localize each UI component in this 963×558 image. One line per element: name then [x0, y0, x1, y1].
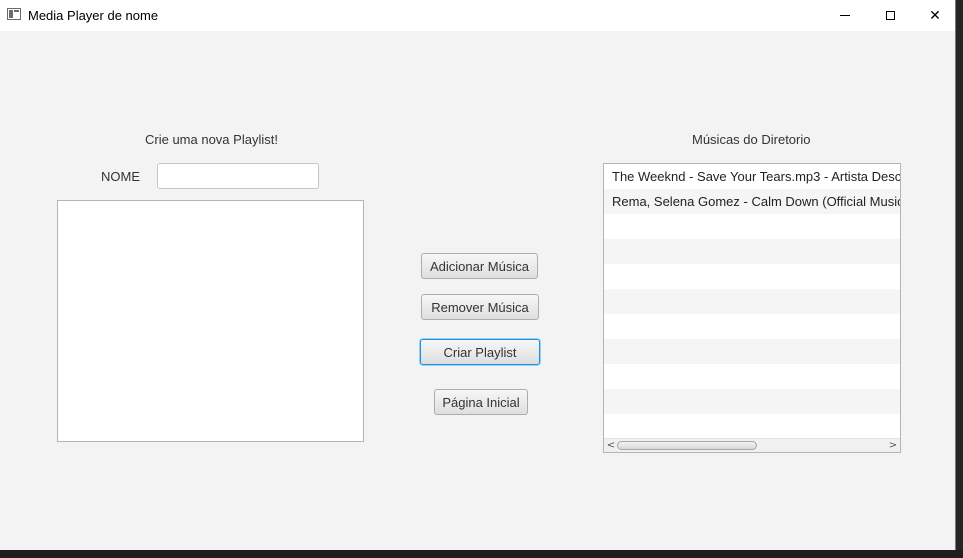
empty-list-row	[604, 289, 900, 314]
scroll-left-icon[interactable]: <	[604, 439, 618, 452]
new-playlist-song-list[interactable]	[57, 200, 364, 442]
add-song-button[interactable]: Adicionar Música	[421, 253, 538, 279]
playlist-name-input[interactable]	[157, 163, 319, 189]
scrollbar-thumb[interactable]	[617, 441, 757, 450]
remove-song-button[interactable]: Remover Música	[421, 294, 539, 320]
window-title: Media Player de nome	[28, 8, 159, 23]
empty-list-row	[604, 364, 900, 389]
scroll-right-icon[interactable]: >	[886, 439, 900, 452]
empty-list-row	[604, 414, 900, 439]
title-bar[interactable]: Media Player de nome ✕	[0, 0, 955, 31]
empty-list-row	[604, 339, 900, 364]
empty-list-row	[604, 264, 900, 289]
create-playlist-button[interactable]: Criar Playlist	[420, 339, 540, 365]
minimize-button[interactable]	[822, 0, 868, 31]
close-icon: ✕	[929, 7, 941, 24]
empty-list-row	[604, 239, 900, 264]
empty-list-row	[604, 314, 900, 339]
empty-list-row	[604, 389, 900, 414]
directory-song-list[interactable]: The Weeknd - Save Your Tears.mp3 - Artis…	[603, 163, 901, 453]
horizontal-scrollbar[interactable]: < >	[604, 438, 900, 452]
empty-list-row	[604, 214, 900, 239]
list-item[interactable]: The Weeknd - Save Your Tears.mp3 - Artis…	[604, 164, 900, 189]
close-button[interactable]: ✕	[912, 0, 958, 31]
create-playlist-heading: Crie uma nova Playlist!	[145, 132, 278, 147]
app-window-icon	[7, 8, 21, 20]
background-editor-strip-bottom	[0, 550, 963, 558]
app-window: Media Player de nome ✕ Crie uma nova Pla…	[0, 0, 956, 550]
maximize-icon	[885, 11, 895, 20]
list-item[interactable]: Rema, Selena Gomez - Calm Down (Official…	[604, 189, 900, 214]
maximize-button[interactable]	[867, 0, 913, 31]
directory-songs-heading: Músicas do Diretorio	[692, 132, 811, 147]
background-editor-strip	[956, 0, 963, 558]
name-label: NOME	[101, 169, 140, 184]
minimize-icon	[840, 15, 850, 16]
home-page-button[interactable]: Página Inicial	[434, 389, 528, 415]
